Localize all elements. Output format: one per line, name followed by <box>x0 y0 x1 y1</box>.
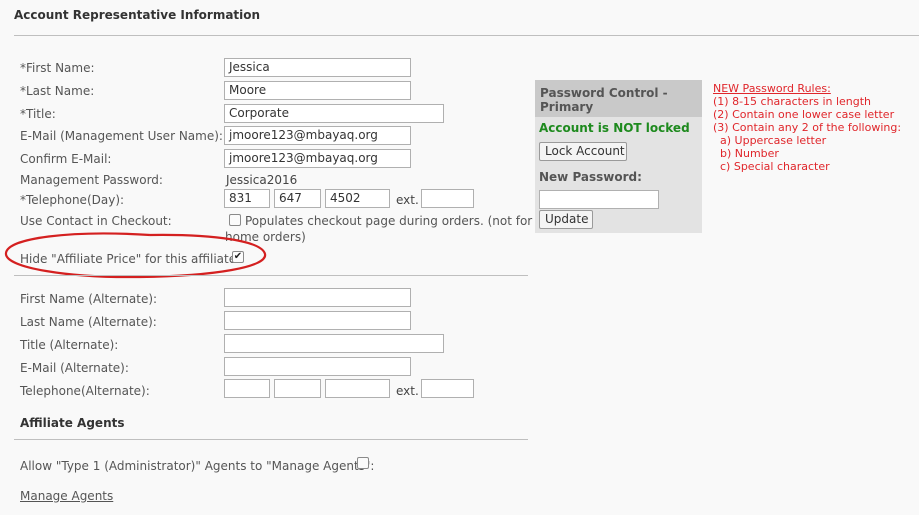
use-contact-checkbox[interactable] <box>229 214 241 226</box>
password-rule: c) Special character <box>720 160 830 173</box>
new-password-label: New Password: <box>539 170 642 184</box>
mgmt-password-value: Jessica2016 <box>226 173 298 187</box>
alt-title-label: Title (Alternate): <box>20 338 119 352</box>
password-control-subtitle: Primary <box>540 100 594 114</box>
confirm-email-input[interactable]: jmoore123@mbayaq.org <box>224 149 411 168</box>
alt-telephone-prefix-input[interactable] <box>274 379 321 398</box>
alt-email-label: E-Mail (Alternate): <box>20 361 129 375</box>
password-rules: NEW Password Rules: (1) 8-15 characters … <box>713 82 901 173</box>
section-title: Account Representative Information <box>14 8 261 22</box>
telephone-ext-label: ext. <box>396 193 419 207</box>
alt-last-name-label: Last Name (Alternate): <box>20 315 157 329</box>
alt-telephone-label: Telephone(Alternate): <box>20 384 150 398</box>
alt-telephone-line-input[interactable] <box>325 379 390 398</box>
alternate-divider <box>14 275 528 276</box>
header-divider <box>14 35 919 36</box>
password-rule: b) Number <box>720 147 779 160</box>
title-input[interactable]: Corporate <box>224 104 444 123</box>
first-name-label: *First Name: <box>20 61 95 75</box>
update-button[interactable]: Update <box>539 210 593 229</box>
password-control-header: Password Control - Primary <box>535 80 702 117</box>
telephone-area-input[interactable]: 831 <box>224 189 270 208</box>
alt-first-name-input[interactable] <box>224 288 411 307</box>
alt-first-name-label: First Name (Alternate): <box>20 292 158 306</box>
manage-agents-link[interactable]: Manage Agents <box>20 489 113 503</box>
last-name-input[interactable]: Moore <box>224 81 411 100</box>
alt-email-input[interactable] <box>224 357 411 376</box>
affiliate-agents-heading: Affiliate Agents <box>20 416 125 430</box>
password-rule: a) Uppercase letter <box>720 134 827 147</box>
alt-title-input[interactable] <box>224 334 444 353</box>
mgmt-password-label: Management Password: <box>20 173 163 187</box>
password-rule: (1) 8-15 characters in length <box>713 95 872 108</box>
password-rule: (3) Contain any 2 of the following: <box>713 121 902 134</box>
title-label: *Title: <box>20 107 56 121</box>
telephone-ext-input[interactable] <box>421 189 474 208</box>
agents-divider <box>14 439 528 440</box>
use-contact-description: Populates checkout page during orders. (… <box>245 214 553 228</box>
password-control-title: Password Control - <box>540 86 668 100</box>
password-rules-heading: NEW Password Rules: <box>713 82 831 95</box>
new-password-input[interactable] <box>539 190 659 209</box>
password-control-panel: Password Control - Primary Account is NO… <box>535 80 702 233</box>
alt-telephone-ext-input[interactable] <box>421 379 474 398</box>
email-label: E-Mail (Management User Name): <box>20 129 223 143</box>
telephone-label: *Telephone(Day): <box>20 193 125 207</box>
email-input[interactable]: jmoore123@mbayaq.org <box>224 126 411 145</box>
annotation-ellipse <box>4 232 267 279</box>
telephone-prefix-input[interactable]: 647 <box>274 189 321 208</box>
account-lock-status: Account is NOT locked <box>539 121 690 135</box>
password-rule: (2) Contain one lower case letter <box>713 108 895 121</box>
telephone-line-input[interactable]: 4502 <box>325 189 390 208</box>
allow-manage-agents-label: Allow "Type 1 (Administrator)" Agents to… <box>20 459 375 473</box>
alt-telephone-area-input[interactable] <box>224 379 270 398</box>
alt-last-name-input[interactable] <box>224 311 411 330</box>
confirm-email-label: Confirm E-Mail: <box>20 152 112 166</box>
alt-telephone-ext-label: ext. <box>396 384 419 398</box>
lock-account-button[interactable]: Lock Account <box>539 142 627 161</box>
allow-manage-agents-checkbox[interactable] <box>357 457 369 469</box>
last-name-label: *Last Name: <box>20 84 95 98</box>
first-name-input[interactable]: Jessica <box>224 58 411 77</box>
